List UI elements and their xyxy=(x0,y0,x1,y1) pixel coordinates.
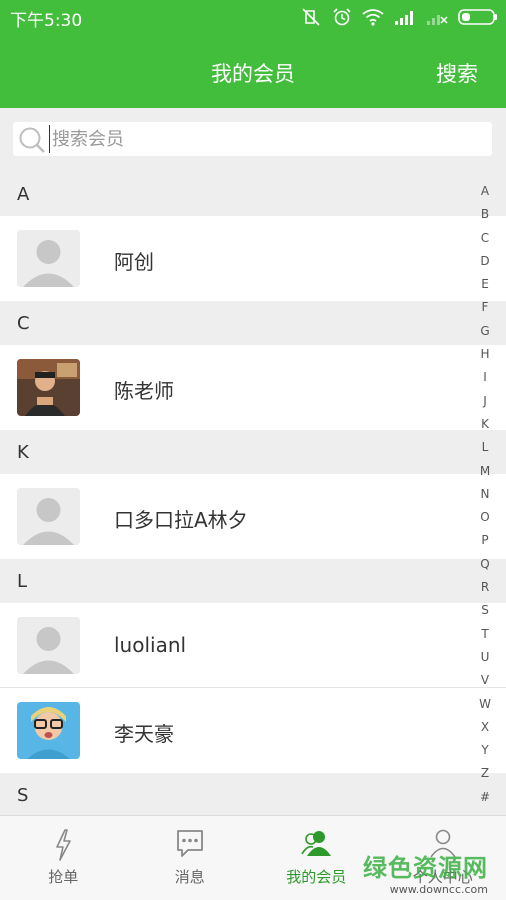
section-letter: C xyxy=(17,313,30,334)
index-letter[interactable]: R xyxy=(481,576,489,599)
tab-my-members[interactable]: 我的会员 xyxy=(253,816,380,900)
index-letter[interactable]: Z xyxy=(481,762,489,785)
index-letter[interactable]: Y xyxy=(481,739,488,762)
section-letter: S xyxy=(17,785,29,806)
index-letter[interactable]: G xyxy=(480,320,489,343)
search-icon xyxy=(19,127,45,153)
photo-avatar xyxy=(17,359,80,416)
index-letter[interactable]: H xyxy=(480,343,489,366)
alphabet-index[interactable]: A B C D E F G H I J K L M N O P Q R S T … xyxy=(478,180,492,809)
index-letter[interactable]: S xyxy=(481,599,489,622)
status-bar: 下午5:30 xyxy=(0,0,506,34)
person-icon xyxy=(430,829,456,858)
tab-messages[interactable]: 消息 xyxy=(127,816,254,900)
section-header-a: A xyxy=(0,172,506,216)
index-letter[interactable]: F xyxy=(482,296,489,319)
member-row[interactable]: luolianl xyxy=(0,603,506,688)
vibrate-off-icon xyxy=(302,8,320,26)
section-letter: K xyxy=(17,442,29,463)
default-avatar xyxy=(17,230,80,287)
section-header-k: K xyxy=(0,430,506,474)
section-header-c: C xyxy=(0,301,506,345)
index-letter[interactable]: D xyxy=(480,250,489,273)
index-letter[interactable]: Q xyxy=(480,553,489,576)
status-time: 下午5:30 xyxy=(10,11,83,31)
member-list: A 阿创 C 陈老师 K 口多口拉A林夕 L luolianl 李天豪 S xyxy=(0,172,506,817)
default-avatar xyxy=(17,617,80,674)
chat-bubble-icon xyxy=(176,830,203,857)
member-row[interactable]: 李天豪 xyxy=(0,688,506,773)
tab-profile[interactable]: 个人中心 xyxy=(380,816,506,900)
status-icons xyxy=(300,6,498,28)
section-header-s: S xyxy=(0,773,506,817)
tab-label: 我的会员 xyxy=(286,868,347,886)
tab-grab-order[interactable]: 抢单 xyxy=(0,816,127,900)
top-app-bar: 下午5:30 我的会员 搜索 xyxy=(0,0,506,108)
title-bar: 我的会员 搜索 xyxy=(0,34,506,108)
index-letter[interactable]: V xyxy=(481,669,489,692)
search-bar xyxy=(0,108,506,172)
index-letter[interactable]: L xyxy=(482,436,489,459)
index-letter[interactable]: E xyxy=(481,273,489,296)
search-box[interactable] xyxy=(13,122,492,156)
index-letter[interactable]: # xyxy=(480,786,490,809)
tab-label: 个人中心 xyxy=(412,868,473,886)
member-row[interactable]: 陈老师 xyxy=(0,345,506,430)
search-button[interactable]: 搜索 xyxy=(436,58,478,88)
tab-label: 抢单 xyxy=(48,868,79,886)
signal-off-icon xyxy=(427,15,448,25)
section-letter: L xyxy=(17,571,28,592)
index-letter[interactable]: U xyxy=(481,646,490,669)
default-avatar xyxy=(17,488,80,545)
index-letter[interactable]: N xyxy=(481,483,490,506)
index-letter[interactable]: J xyxy=(483,390,487,413)
section-letter: A xyxy=(17,184,30,205)
member-name: 口多口拉A林夕 xyxy=(114,508,248,532)
index-letter[interactable]: C xyxy=(481,227,489,250)
index-letter[interactable]: I xyxy=(483,366,487,389)
index-letter[interactable]: W xyxy=(479,693,491,716)
index-letter[interactable]: M xyxy=(480,460,490,483)
photo-avatar xyxy=(17,702,80,759)
index-letter[interactable]: K xyxy=(481,413,489,436)
index-letter[interactable]: X xyxy=(481,716,489,739)
battery-icon xyxy=(458,9,497,25)
alarm-icon xyxy=(333,8,351,26)
index-letter[interactable]: O xyxy=(480,506,489,529)
signal-icon xyxy=(395,11,413,25)
tab-label: 消息 xyxy=(174,868,205,886)
index-letter[interactable]: A xyxy=(481,180,489,203)
member-name: 李天豪 xyxy=(114,722,174,746)
member-name: luolianl xyxy=(114,633,187,657)
lightning-icon xyxy=(56,829,72,861)
section-header-l: L xyxy=(0,559,506,603)
page-title: 我的会员 xyxy=(211,62,295,86)
index-letter[interactable]: T xyxy=(481,623,488,646)
member-row[interactable]: 阿创 xyxy=(0,216,506,301)
bottom-tab-bar: 抢单 消息 我的会员 个人中心 xyxy=(0,815,506,900)
index-letter[interactable]: P xyxy=(481,529,488,552)
wifi-icon xyxy=(362,9,384,26)
member-row[interactable]: 口多口拉A林夕 xyxy=(0,474,506,559)
member-name: 阿创 xyxy=(114,250,154,274)
search-input[interactable] xyxy=(49,125,479,153)
member-name: 陈老师 xyxy=(114,379,174,403)
index-letter[interactable]: B xyxy=(481,203,489,226)
members-icon xyxy=(301,831,332,856)
